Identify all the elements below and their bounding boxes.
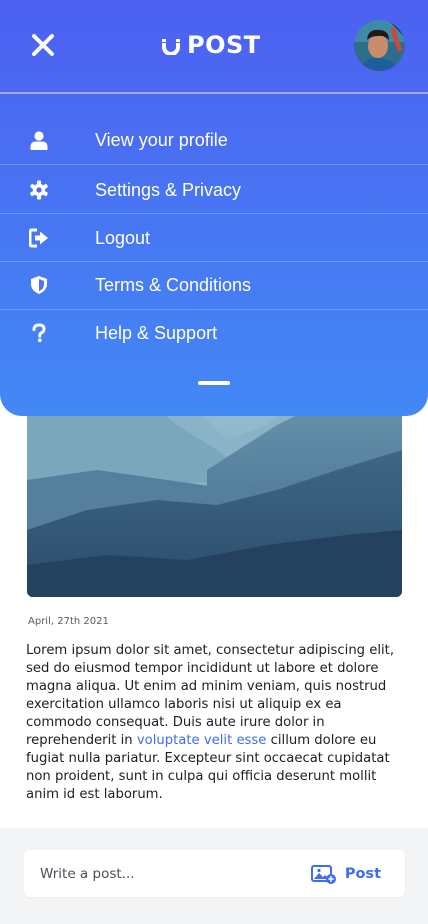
post-button-label: Post	[344, 866, 381, 882]
question-icon	[29, 323, 49, 343]
app-header: POST	[0, 0, 428, 92]
menu-item-label: View your profile	[95, 129, 228, 150]
logout-icon	[29, 228, 49, 248]
menu-item-settings-privacy[interactable]: Settings & Privacy	[0, 166, 428, 214]
post-body-link[interactable]: voluptate velit esse	[137, 733, 267, 748]
shield-icon	[29, 275, 49, 295]
post-body: Lorem ipsum dolor sit amet, consectetur …	[26, 642, 402, 804]
logo-mark-icon	[162, 39, 180, 55]
close-icon	[32, 34, 54, 56]
user-avatar-image	[354, 20, 405, 71]
menu-item-label: Settings & Privacy	[95, 179, 242, 200]
menu-item-view-profile[interactable]: View your profile	[0, 116, 428, 164]
avatar[interactable]	[354, 20, 405, 71]
close-menu-button[interactable]	[30, 32, 56, 58]
post-date: April, 27th 2021	[28, 616, 109, 627]
menu-item-help-support[interactable]: Help & Support	[0, 309, 428, 357]
post-button[interactable]: Post	[310, 862, 381, 886]
header-divider	[0, 92, 428, 94]
write-post-input[interactable]	[40, 850, 300, 897]
menu-divider	[0, 164, 428, 165]
menu-item-terms-conditions[interactable]: Terms & Conditions	[0, 261, 428, 309]
menu-item-label: Help & Support	[95, 322, 218, 343]
add-image-icon[interactable]	[310, 864, 336, 884]
menu-item-logout[interactable]: Logout	[0, 214, 428, 262]
gear-icon	[29, 180, 49, 200]
logo-text: POST	[187, 31, 261, 59]
app-logo: POST	[162, 30, 261, 60]
menu-item-label: Logout	[95, 227, 151, 248]
post-composer: Post	[24, 850, 405, 897]
menu-item-label: Terms & Conditions	[95, 274, 252, 295]
user-icon	[29, 130, 49, 150]
navigation-menu: POST View your profile Settings & Privac…	[0, 0, 428, 416]
menu-drag-handle[interactable]	[198, 381, 230, 385]
